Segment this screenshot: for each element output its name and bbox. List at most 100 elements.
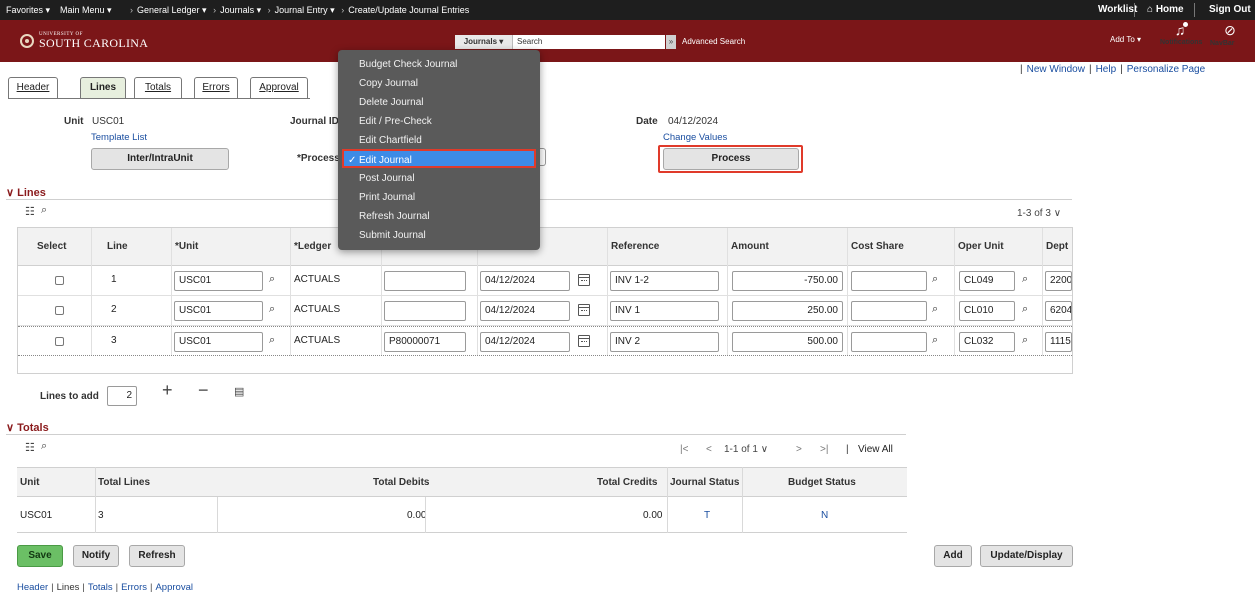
oper-unit-field[interactable]: CL049 (959, 271, 1015, 291)
journal-status-link[interactable]: T (704, 510, 710, 521)
unit-field[interactable]: USC01 (174, 271, 263, 291)
multi-row-icon[interactable]: ▤ (234, 385, 244, 398)
date-field[interactable]: 04/12/2024 (480, 301, 570, 321)
menu-item-copy-journal[interactable]: Copy Journal (338, 74, 540, 93)
search-input[interactable]: Search (517, 37, 542, 46)
calendar-icon[interactable] (578, 335, 590, 347)
tab-totals[interactable]: Totals (134, 77, 182, 99)
lookup-icon[interactable]: ⌕ (932, 273, 938, 286)
amount-field[interactable]: 250.00 (732, 301, 843, 321)
menu-item-edit-chartfield[interactable]: Edit Chartfield (338, 131, 540, 150)
field-input[interactable] (384, 271, 466, 291)
oper-unit-field[interactable]: CL010 (959, 301, 1015, 321)
oper-unit-field[interactable]: CL032 (959, 332, 1015, 352)
lookup-icon[interactable]: ⌕ (1022, 334, 1028, 347)
update-display-button[interactable]: Update/Display (980, 545, 1073, 567)
save-button[interactable]: Save (17, 545, 63, 567)
select-checkbox[interactable] (55, 306, 64, 315)
amount-field[interactable]: 500.00 (732, 332, 843, 352)
breadcrumb-create-update[interactable]: Create/Update Journal Entries (348, 5, 469, 15)
select-checkbox[interactable] (55, 337, 64, 346)
footer-link-errors[interactable]: Errors (121, 582, 147, 593)
tab-lines[interactable]: Lines (80, 77, 126, 99)
new-window-link[interactable]: New Window (1027, 64, 1085, 75)
tab-header[interactable]: Header (8, 77, 58, 99)
amount-field[interactable]: -750.00 (732, 271, 843, 291)
lookup-icon[interactable]: ⌕ (269, 334, 275, 347)
inter-intraunit-button[interactable]: Inter/IntraUnit (91, 148, 229, 170)
footer-link-header[interactable]: Header (17, 582, 48, 593)
global-search[interactable]: Journals ▾ Search (455, 35, 665, 49)
field-input[interactable] (384, 301, 466, 321)
next-page-icon[interactable]: > (796, 444, 802, 455)
search-category-select[interactable]: Journals ▾ (455, 35, 513, 49)
menu-item-budget-check[interactable]: Budget Check Journal (338, 55, 540, 74)
breadcrumb-journal-entry[interactable]: Journal Entry (275, 5, 328, 15)
menu-item-refresh-journal[interactable]: Refresh Journal (338, 207, 540, 226)
dept-field[interactable]: 1115 (1045, 332, 1072, 352)
footer-link-lines[interactable]: Lines (57, 582, 80, 593)
footer-link-approval[interactable]: Approval (155, 582, 193, 593)
tab-errors[interactable]: Errors (194, 77, 238, 99)
unit-field[interactable]: USC01 (174, 332, 263, 352)
search-icon[interactable]: ⌕ (41, 440, 47, 453)
grid-settings-icon[interactable]: ☷ (25, 441, 35, 454)
menu-item-post-journal[interactable]: Post Journal (338, 169, 540, 188)
cost-share-field[interactable] (851, 332, 927, 352)
advanced-search-link[interactable]: Advanced Search (682, 37, 745, 46)
prev-page-icon[interactable]: < (706, 444, 712, 455)
reference-field[interactable]: INV 1 (610, 301, 719, 321)
lookup-icon[interactable]: ⌕ (932, 334, 938, 347)
breadcrumb-general-ledger[interactable]: General Ledger (137, 5, 200, 15)
cost-share-field[interactable] (851, 271, 927, 291)
refresh-button[interactable]: Refresh (129, 545, 185, 567)
delete-row-icon[interactable]: − (198, 380, 209, 401)
add-button[interactable]: Add (934, 545, 972, 567)
lookup-icon[interactable]: ⌕ (932, 303, 938, 316)
lookup-icon[interactable]: ⌕ (1022, 273, 1028, 286)
lookup-icon[interactable]: ⌕ (1022, 303, 1028, 316)
change-values-link[interactable]: Change Values (663, 132, 727, 143)
search-icon[interactable]: ⌕ (41, 204, 47, 217)
unit-field[interactable]: USC01 (174, 301, 263, 321)
personalize-link[interactable]: Personalize Page (1127, 64, 1205, 75)
add-row-icon[interactable]: + (162, 380, 173, 401)
menu-item-print-journal[interactable]: Print Journal (338, 188, 540, 207)
reference-field[interactable]: INV 2 (610, 332, 719, 352)
lines-section-title[interactable]: ∨ Lines (6, 186, 46, 199)
menu-item-delete-journal[interactable]: Delete Journal (338, 93, 540, 112)
navbar-button[interactable]: ⊘ NavBar (1210, 22, 1250, 47)
last-page-icon[interactable]: >| (820, 444, 828, 455)
template-list-link[interactable]: Template List (91, 132, 147, 143)
date-field[interactable]: 04/12/2024 (480, 271, 570, 291)
reference-field[interactable]: INV 1-2 (610, 271, 719, 291)
cost-share-field[interactable] (851, 301, 927, 321)
menu-item-edit-precheck[interactable]: Edit / Pre-Check (338, 112, 540, 131)
view-all-link[interactable]: View All (858, 444, 893, 455)
help-link[interactable]: Help (1096, 64, 1117, 75)
tab-approval[interactable]: Approval (250, 77, 308, 99)
notify-button[interactable]: Notify (73, 545, 119, 567)
select-checkbox[interactable] (55, 276, 64, 285)
field-input[interactable]: P80000071 (384, 332, 466, 352)
lookup-icon[interactable]: ⌕ (269, 273, 275, 286)
worklist-link[interactable]: Worklist (1098, 4, 1137, 15)
dept-field[interactable]: 2200 (1045, 271, 1072, 291)
totals-pager[interactable]: 1-1 of 1 ∨ (724, 444, 768, 455)
favorites-menu[interactable]: Favorites ▾ (6, 5, 50, 16)
date-field[interactable]: 04/12/2024 (480, 332, 570, 352)
calendar-icon[interactable] (578, 304, 590, 316)
sign-out-link[interactable]: Sign Out (1209, 4, 1251, 15)
grid-settings-icon[interactable]: ☷ (25, 205, 35, 218)
add-to-menu[interactable]: Add To ▾ (1110, 35, 1141, 44)
first-page-icon[interactable]: |< (680, 444, 688, 455)
budget-status-link[interactable]: N (821, 510, 828, 521)
breadcrumb-journals[interactable]: Journals (220, 5, 254, 15)
totals-section-title[interactable]: ∨ Totals (6, 421, 49, 434)
menu-item-submit-journal[interactable]: Submit Journal (338, 226, 540, 245)
search-go-icon[interactable]: » (666, 35, 676, 49)
notifications-button[interactable]: ♫ Notifications (1160, 22, 1202, 46)
home-link[interactable]: ⌂ Home (1147, 4, 1184, 15)
lines-pager[interactable]: 1-3 of 3 ∨ (1017, 208, 1061, 219)
dept-field[interactable]: 6204 (1045, 301, 1072, 321)
